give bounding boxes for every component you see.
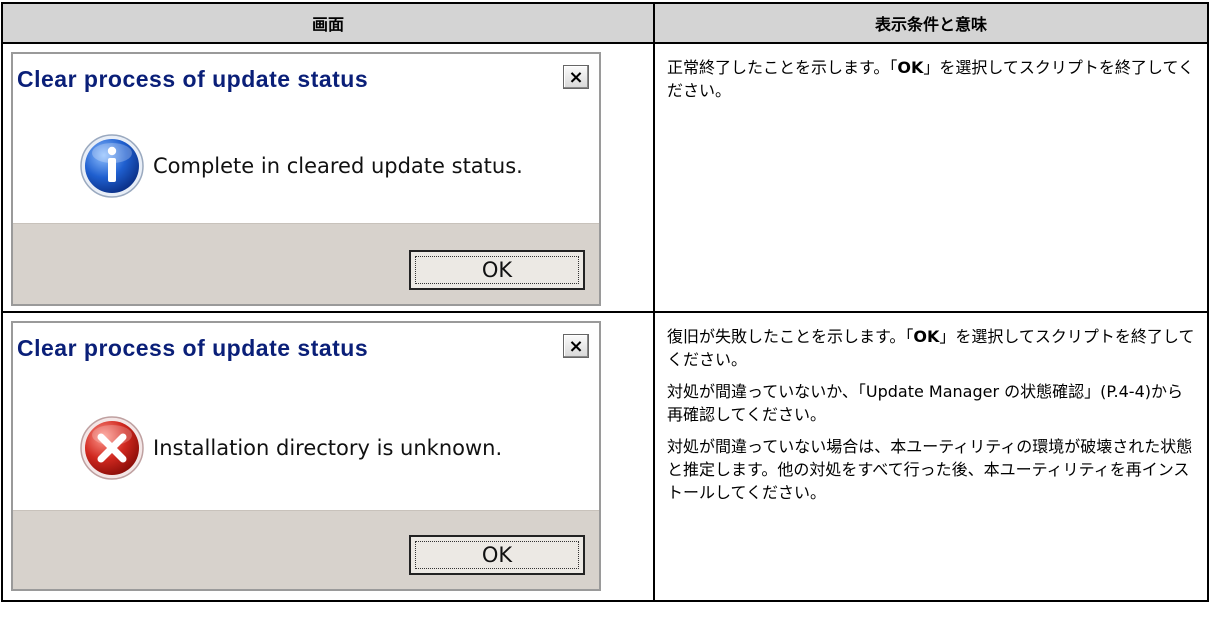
description-paragraph: 正常終了したことを示します。「OK」を選択してスクリプトを終了してください。 <box>667 56 1195 102</box>
description-cell: 復旧が失敗したことを示します。「OK」を選択してスクリプトを終了してください。 … <box>653 311 1209 602</box>
table-row: Clear process of update status × <box>1 42 1209 313</box>
ok-button-label: OK <box>481 258 513 282</box>
condition-table: 画面 表示条件と意味 Clear process of update statu… <box>1 2 1209 602</box>
dialog-window: Clear process of update status × <box>11 52 601 306</box>
dialog-body: Complete in cleared update status. <box>13 116 599 216</box>
header-screen: 画面 <box>1 2 655 44</box>
description-bold-ok: OK <box>913 327 940 346</box>
close-icon[interactable]: × <box>563 334 589 358</box>
table-row: Clear process of update status × <box>1 311 1209 602</box>
description-bold-ok: OK <box>897 58 924 77</box>
screen-cell: Clear process of update status × <box>1 42 655 313</box>
description-text: 復旧が失敗したことを示します。「 <box>667 327 914 346</box>
ok-button[interactable]: OK <box>409 250 585 290</box>
header-meaning: 表示条件と意味 <box>653 2 1209 44</box>
ok-button-label: OK <box>481 543 513 567</box>
screen-cell: Clear process of update status × <box>1 311 655 602</box>
description-paragraph: 対処が間違っていない場合は、本ユーティリティの環境が破壊された状態と推定します。… <box>667 437 1193 502</box>
description-text: 正常終了したことを示します。「 <box>667 58 898 77</box>
dialog-title: Clear process of update status <box>17 65 369 92</box>
dialog-message: Installation directory is unknown. <box>153 436 503 460</box>
ok-button[interactable]: OK <box>409 535 585 575</box>
description-cell: 正常終了したことを示します。「OK」を選択してスクリプトを終了してください。 <box>653 42 1209 313</box>
dialog-window: Clear process of update status × <box>11 321 601 591</box>
dialog-body: Installation directory is unknown. <box>13 393 599 503</box>
error-icon <box>79 415 145 481</box>
dialog-footer: OK <box>13 223 599 304</box>
dialog-message: Complete in cleared update status. <box>153 154 523 178</box>
dialog-footer: OK <box>13 510 599 589</box>
description-paragraph: 復旧が失敗したことを示します。「OK」を選択してスクリプトを終了してください。 <box>667 325 1195 371</box>
information-icon <box>79 133 145 199</box>
dialog-title: Clear process of update status <box>17 334 369 361</box>
table-header-row: 画面 表示条件と意味 <box>1 2 1209 44</box>
close-icon[interactable]: × <box>563 65 589 89</box>
description-paragraph: 対処が間違っていないか、「Update Manager の状態確認」(P.4-4… <box>667 382 1183 424</box>
